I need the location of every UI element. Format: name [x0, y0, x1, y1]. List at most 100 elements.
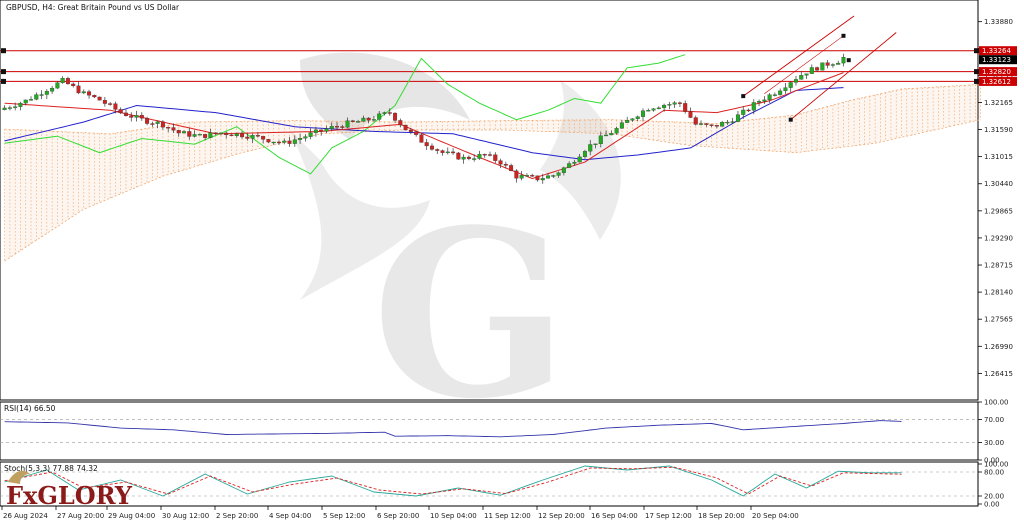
candle-body[interactable] [582, 151, 587, 158]
candle-body[interactable] [640, 110, 645, 117]
candle-body[interactable] [830, 64, 835, 66]
candle-body[interactable] [630, 118, 635, 121]
candle-body[interactable] [503, 164, 508, 166]
candle-body[interactable] [60, 78, 65, 83]
candle-body[interactable] [213, 132, 218, 134]
candle-body[interactable] [482, 154, 487, 156]
candle-body[interactable] [488, 154, 492, 156]
candle-body[interactable] [683, 103, 688, 112]
candle-body[interactable] [150, 123, 155, 125]
candle-body[interactable] [81, 91, 86, 94]
candle-body[interactable] [551, 175, 556, 177]
channel-anchor-handle[interactable] [846, 58, 851, 63]
candle-body[interactable] [429, 145, 434, 150]
candle-body[interactable] [319, 129, 324, 132]
channel-anchor-handle[interactable] [788, 117, 793, 122]
candle-body[interactable] [514, 170, 519, 179]
channel-upper-line[interactable] [742, 15, 855, 97]
candle-body[interactable] [271, 141, 276, 144]
candle-body[interactable] [424, 142, 429, 147]
candle-body[interactable] [772, 94, 777, 96]
level-handle[interactable] [1, 69, 6, 75]
candle-body[interactable] [720, 122, 725, 127]
candle-body[interactable] [298, 138, 303, 140]
candle-body[interactable] [335, 126, 340, 128]
candle-body[interactable] [677, 102, 682, 104]
candle-body[interactable] [102, 100, 107, 104]
candle-body[interactable] [788, 82, 793, 88]
candle-body[interactable] [614, 128, 619, 134]
candle-body[interactable] [2, 107, 7, 110]
candle-body[interactable] [387, 112, 392, 114]
level-handle[interactable] [1, 48, 6, 54]
candle-body[interactable] [836, 62, 841, 65]
candle-body[interactable] [266, 139, 271, 143]
candle-body[interactable] [356, 121, 361, 123]
candle-body[interactable] [44, 91, 49, 95]
candle-body[interactable] [92, 95, 97, 98]
candle-body[interactable] [208, 132, 213, 138]
candle-body[interactable] [783, 87, 788, 92]
candle-body[interactable] [746, 109, 751, 112]
candle-body[interactable] [572, 161, 577, 164]
candle-body[interactable] [324, 128, 329, 132]
candle-body[interactable] [282, 140, 287, 143]
candle-body[interactable] [451, 151, 456, 154]
candle-body[interactable] [820, 62, 825, 71]
candle-body[interactable] [34, 94, 39, 100]
candle-body[interactable] [461, 156, 466, 160]
candle-body[interactable] [234, 133, 239, 137]
candle-body[interactable] [197, 134, 202, 136]
candle-body[interactable] [87, 91, 92, 96]
level-handle[interactable] [974, 78, 979, 84]
candle-body[interactable] [609, 133, 614, 136]
candle-body[interactable] [693, 117, 698, 125]
candle-body[interactable] [519, 175, 524, 179]
candle-body[interactable] [398, 120, 403, 126]
candle-body[interactable] [524, 175, 529, 177]
candle-body[interactable] [113, 103, 118, 110]
candle-body[interactable] [134, 115, 139, 118]
candle-body[interactable] [730, 121, 735, 123]
candle-body[interactable] [540, 178, 545, 181]
candle-body[interactable] [129, 115, 134, 118]
candle-body[interactable] [166, 127, 171, 129]
candle-body[interactable] [7, 107, 12, 109]
candle-body[interactable] [556, 172, 561, 176]
candle-body[interactable] [561, 167, 566, 173]
candle-body[interactable] [646, 110, 651, 112]
candle-body[interactable] [651, 108, 656, 111]
candle-body[interactable] [229, 134, 234, 137]
candle-body[interactable] [466, 156, 471, 159]
candle-body[interactable] [382, 112, 387, 114]
candle-body[interactable] [725, 121, 730, 124]
candle-body[interactable] [667, 104, 672, 106]
candle-body[interactable] [255, 135, 260, 137]
candle-body[interactable] [361, 117, 366, 122]
candle-body[interactable] [625, 120, 630, 123]
candle-body[interactable] [735, 114, 740, 122]
candle-body[interactable] [240, 133, 245, 138]
candle-body[interactable] [97, 96, 102, 101]
channel-anchor-handle[interactable] [841, 33, 846, 38]
candle-body[interactable] [535, 175, 540, 181]
candle-body[interactable] [656, 107, 661, 110]
candle-body[interactable] [408, 129, 413, 132]
level-handle[interactable] [1, 78, 6, 84]
horizontal-levels[interactable] [0, 48, 979, 84]
candle-body[interactable] [778, 90, 783, 95]
candle-body[interactable] [303, 136, 308, 139]
candle-body[interactable] [493, 154, 498, 161]
candle-body[interactable] [445, 151, 450, 154]
candle-body[interactable] [123, 112, 128, 117]
candle-body[interactable] [171, 127, 176, 131]
candle-body[interactable] [809, 67, 814, 74]
candle-body[interactable] [350, 120, 355, 122]
candle-body[interactable] [841, 56, 846, 64]
candle-body[interactable] [635, 116, 640, 119]
candle-body[interactable] [340, 126, 345, 128]
candle-body[interactable] [815, 67, 820, 71]
candle-body[interactable] [435, 149, 440, 151]
candle-body[interactable] [23, 99, 28, 104]
candle-body[interactable] [39, 94, 44, 96]
